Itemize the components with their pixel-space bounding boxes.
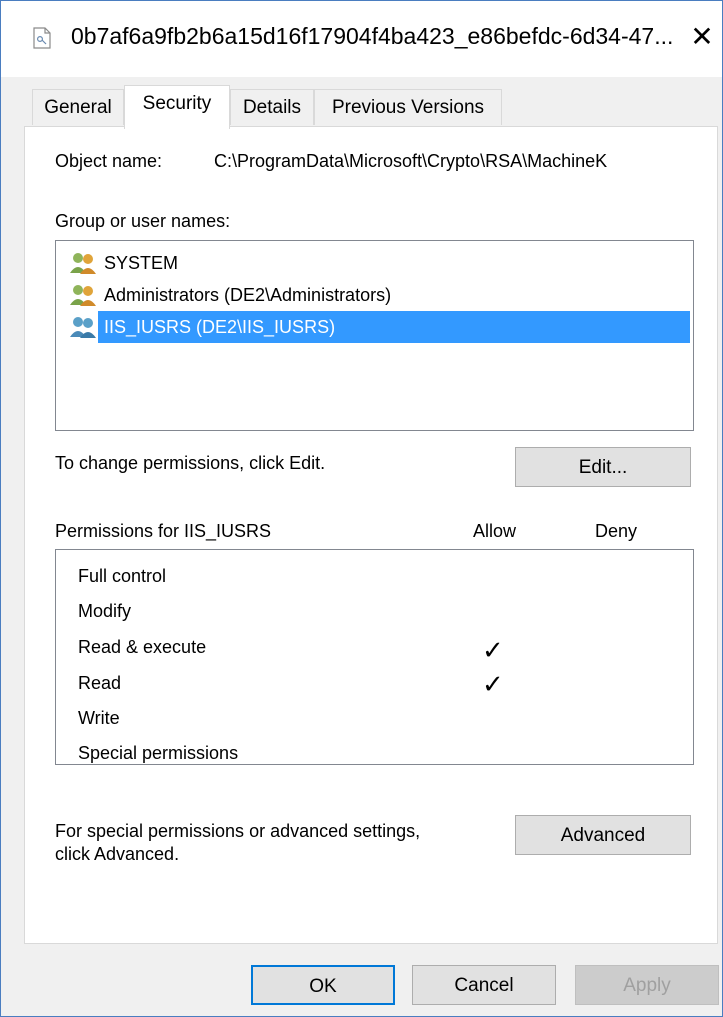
users-icon — [70, 317, 96, 338]
allow-column-header: Allow — [473, 521, 517, 541]
deny-column-header: Deny — [595, 521, 638, 541]
group-user-listbox[interactable]: SYSTEM Administrators (DE2\Administrator… — [55, 240, 694, 431]
apply-button[interactable]: Apply — [575, 965, 719, 1005]
window-title: 0b7af6a9fb2b6a15d16f17904f4ba423_e86befd… — [71, 23, 674, 49]
file-icon — [33, 27, 51, 49]
permission-row-label: Full control — [78, 566, 167, 586]
advanced-hint-line-2: click Advanced. — [55, 844, 180, 864]
permission-row-label: Special permissions — [78, 743, 239, 763]
permission-row-label: Read & execute — [78, 637, 207, 657]
list-item-label: IIS_IUSRS (DE2\IIS_IUSRS) — [100, 311, 340, 343]
tab-general[interactable]: General — [32, 89, 124, 125]
ok-button[interactable]: OK — [251, 965, 395, 1005]
permissions-list: Full control Modify Read & execute ✓ Rea… — [55, 549, 694, 765]
advanced-button[interactable]: Advanced — [515, 815, 691, 855]
title-bar: 0b7af6a9fb2b6a15d16f17904f4ba423_e86befd… — [1, 1, 722, 77]
close-button[interactable]: ✕ — [687, 21, 717, 53]
edit-button[interactable]: Edit... — [515, 447, 691, 487]
permission-row-label: Read — [78, 673, 122, 693]
list-item-system[interactable]: SYSTEM — [68, 247, 182, 279]
list-item-administrators[interactable]: Administrators (DE2\Administrators) — [68, 279, 395, 311]
tab-security[interactable]: Security — [124, 85, 230, 129]
list-item-label: Administrators (DE2\Administrators) — [104, 285, 392, 305]
object-name-value: C:\ProgramData\Microsoft\Crypto\RSA\Mach… — [214, 151, 608, 171]
permission-row-label: Modify — [78, 601, 132, 621]
permission-row-label: Write — [78, 708, 120, 728]
users-icon — [70, 285, 96, 306]
allow-check-icon: ✓ — [482, 669, 504, 699]
users-icon — [70, 253, 96, 274]
allow-check-icon: ✓ — [482, 635, 504, 665]
group-names-label: Group or user names: — [55, 211, 231, 231]
object-name-label: Object name: — [55, 151, 163, 171]
tab-details[interactable]: Details — [230, 89, 314, 125]
advanced-hint-line-1: For special permissions or advanced sett… — [55, 821, 421, 841]
list-item-iis-iusrs[interactable]: IIS_IUSRS (DE2\IIS_IUSRS) — [68, 311, 340, 343]
list-item-label: SYSTEM — [104, 253, 179, 273]
permissions-header: Permissions for IIS_IUSRS — [55, 521, 272, 541]
cancel-button[interactable]: Cancel — [412, 965, 556, 1005]
change-permissions-hint: To change permissions, click Edit. — [55, 453, 326, 473]
tab-previous-versions[interactable]: Previous Versions — [314, 89, 502, 125]
properties-dialog: 0b7af6a9fb2b6a15d16f17904f4ba423_e86befd… — [0, 0, 723, 1017]
